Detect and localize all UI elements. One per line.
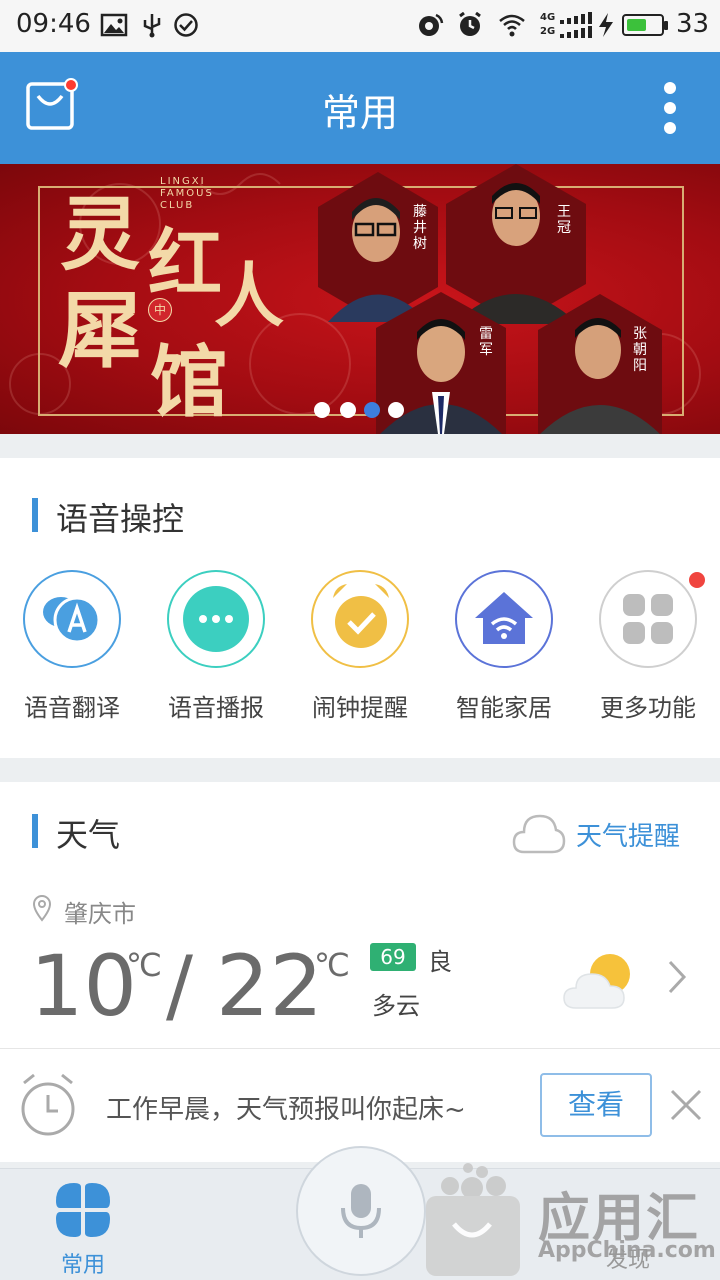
weather-reminder-link[interactable]: 天气提醒 [576,816,680,853]
carousel-dot-2[interactable] [340,402,356,418]
voice-alarm-label: 闹钟提醒 [312,694,408,722]
alarm-status-icon [459,12,481,36]
charging-icon [599,13,613,37]
person-name-4: 张朝阳 [633,326,647,374]
image-notification-icon [100,13,128,37]
status-time: 09:46 [16,9,91,39]
wifi-icon [499,14,525,37]
voice-broadcast-label: 语音播报 [168,694,264,722]
location-pin-icon [32,895,52,922]
banner-seal: 中 [148,298,172,322]
temp-low-unit: ℃ [126,946,162,984]
banner-char-5: 馆 [150,337,229,428]
voice-more-label: 更多功能 [600,694,696,722]
voice-section-title: 语音操控 [32,494,184,540]
promo-banner[interactable]: LINGXI FAMOUS CLUB 灵 犀 红 人 馆 中 藤井树 王冠 雷军 [0,164,720,434]
voice-alarm-button[interactable]: 闹钟提醒 [288,570,432,722]
appchina-watermark: 应用汇 AppChina.com [424,1160,720,1278]
clover-icon [56,1183,110,1237]
carousel-dot-1[interactable] [314,402,330,418]
view-button[interactable]: 查看 [540,1073,652,1137]
person-name-1: 藤井树 [413,204,427,252]
grid-icon [623,594,673,644]
location-city: 肇庆市 [64,900,136,928]
rotation-lock-icon [419,13,444,36]
banner-char-2: 犀 [58,281,143,380]
temp-separator: / [166,939,193,1032]
alarm-clock-icon [333,584,389,648]
person-name-3: 雷军 [479,326,493,358]
network-type-2g: 2G [540,26,556,37]
watermark-url: AppChina.com [538,1238,716,1263]
cloud-outline-icon [512,814,566,854]
battery-icon [622,12,668,38]
smart-home-icon [475,592,533,644]
page-title: 常用 [321,91,398,135]
voice-smart-home-button[interactable]: 智能家居 [432,570,576,722]
status-bar: 09:46 4G 2G 33 [0,0,720,52]
person-name-2: 王冠 [557,204,571,236]
aqi-badge: 69 [370,943,416,971]
voice-translate-label: 语音翻译 [24,694,120,722]
partly-cloudy-icon [563,954,630,1009]
voice-translate-button[interactable]: 语音翻译 [0,570,144,722]
microphone-icon [341,1184,381,1238]
app-header: 常用 [0,52,720,164]
wake-tip-text: 工作早晨，天气预报叫你起床~ [106,1095,466,1125]
carousel-dot-3[interactable] [364,402,380,418]
chat-bubble-icon [183,586,249,652]
temp-high-unit: ℃ [314,946,350,984]
usb-icon [143,14,161,38]
carousel-dot-4[interactable] [388,402,404,418]
translate-icon [43,596,101,644]
watermark-logo-icon [426,1163,520,1276]
temp-high: 22 [216,937,323,1035]
nav-tab-home-label: 常用 [60,1253,105,1278]
carousel-indicator [314,402,408,418]
banner-char-3: 红 [148,221,222,307]
check-circle-icon [174,13,198,37]
voice-broadcast-button[interactable]: 语音播报 [144,570,288,722]
nav-tab-home[interactable]: 常用 [40,1177,126,1278]
new-feature-dot [689,572,705,588]
clock-icon [21,1073,75,1136]
battery-percent: 33 [676,9,710,39]
chevron-right-icon[interactable] [664,958,690,996]
signal-strength-icon: 4G 2G [540,12,594,40]
network-type-4g: 4G [540,12,556,23]
temp-low: 10 [30,937,137,1035]
more-menu-icon[interactable] [652,82,688,134]
aqi-level: 良 [428,948,452,976]
wake-tip-row: 工作早晨，天气预报叫你起床~ 查看 [0,1048,720,1160]
weather-condition: 多云 [372,992,420,1020]
close-icon[interactable] [668,1087,704,1123]
voice-mic-button[interactable] [296,1146,426,1276]
voice-smart-home-label: 智能家居 [456,694,552,722]
weather-section-title: 天气 [32,810,120,856]
voice-more-button[interactable]: 更多功能 [576,570,720,722]
